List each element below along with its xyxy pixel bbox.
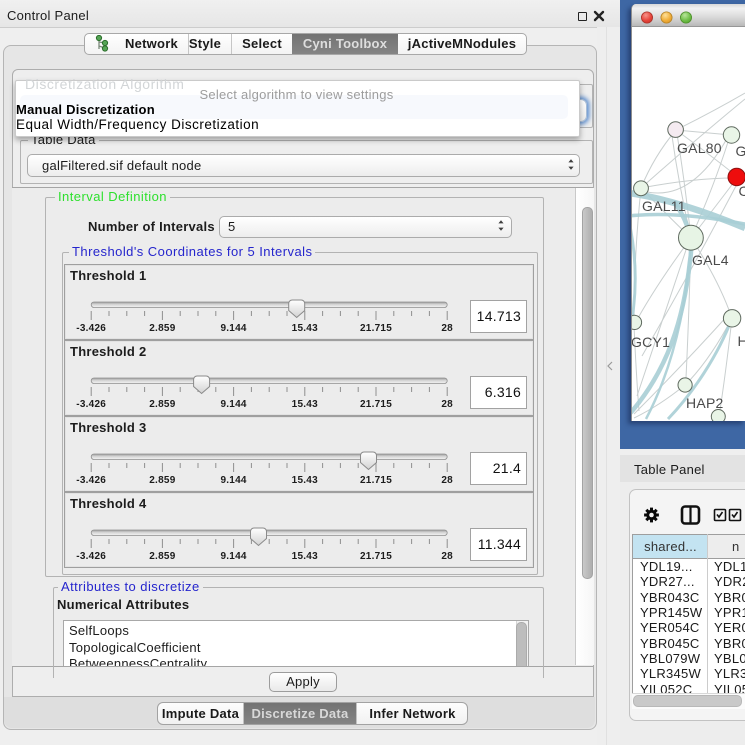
- svg-text:15.43: 15.43: [292, 323, 318, 334]
- svg-text:2.859: 2.859: [149, 399, 175, 410]
- svg-text:2.859: 2.859: [149, 475, 175, 486]
- svg-text:15.43: 15.43: [292, 551, 318, 562]
- svg-text:GAL4: GAL4: [692, 252, 729, 268]
- svg-text:28: 28: [441, 475, 453, 486]
- svg-text:2.859: 2.859: [149, 323, 175, 334]
- svg-text:9.144: 9.144: [220, 551, 246, 562]
- svg-text:-3.426: -3.426: [76, 323, 106, 334]
- svg-text:GCY1: GCY1: [632, 334, 670, 350]
- svg-text:9.144: 9.144: [220, 323, 246, 334]
- svg-text:15.43: 15.43: [292, 475, 318, 486]
- svg-text:28: 28: [441, 551, 453, 562]
- svg-text:-3.426: -3.426: [76, 551, 106, 562]
- svg-text:-3.426: -3.426: [76, 399, 106, 410]
- svg-text:28: 28: [441, 323, 453, 334]
- svg-text:C: C: [739, 183, 745, 199]
- svg-text:9.144: 9.144: [220, 399, 246, 410]
- svg-text:HAP2: HAP2: [686, 395, 724, 411]
- svg-text:15.43: 15.43: [292, 399, 318, 410]
- svg-text:-3.426: -3.426: [76, 475, 106, 486]
- svg-text:21.715: 21.715: [360, 399, 392, 410]
- svg-text:GAL11: GAL11: [642, 198, 686, 214]
- svg-text:2.859: 2.859: [149, 551, 175, 562]
- svg-text:9.144: 9.144: [220, 475, 246, 486]
- svg-text:28: 28: [441, 399, 453, 410]
- svg-text:21.715: 21.715: [360, 475, 392, 486]
- svg-text:GAL80: GAL80: [677, 140, 722, 156]
- svg-text:H: H: [738, 333, 745, 349]
- svg-text:21.715: 21.715: [360, 323, 392, 334]
- svg-text:G.: G.: [736, 143, 745, 159]
- svg-text:21.715: 21.715: [360, 551, 392, 562]
